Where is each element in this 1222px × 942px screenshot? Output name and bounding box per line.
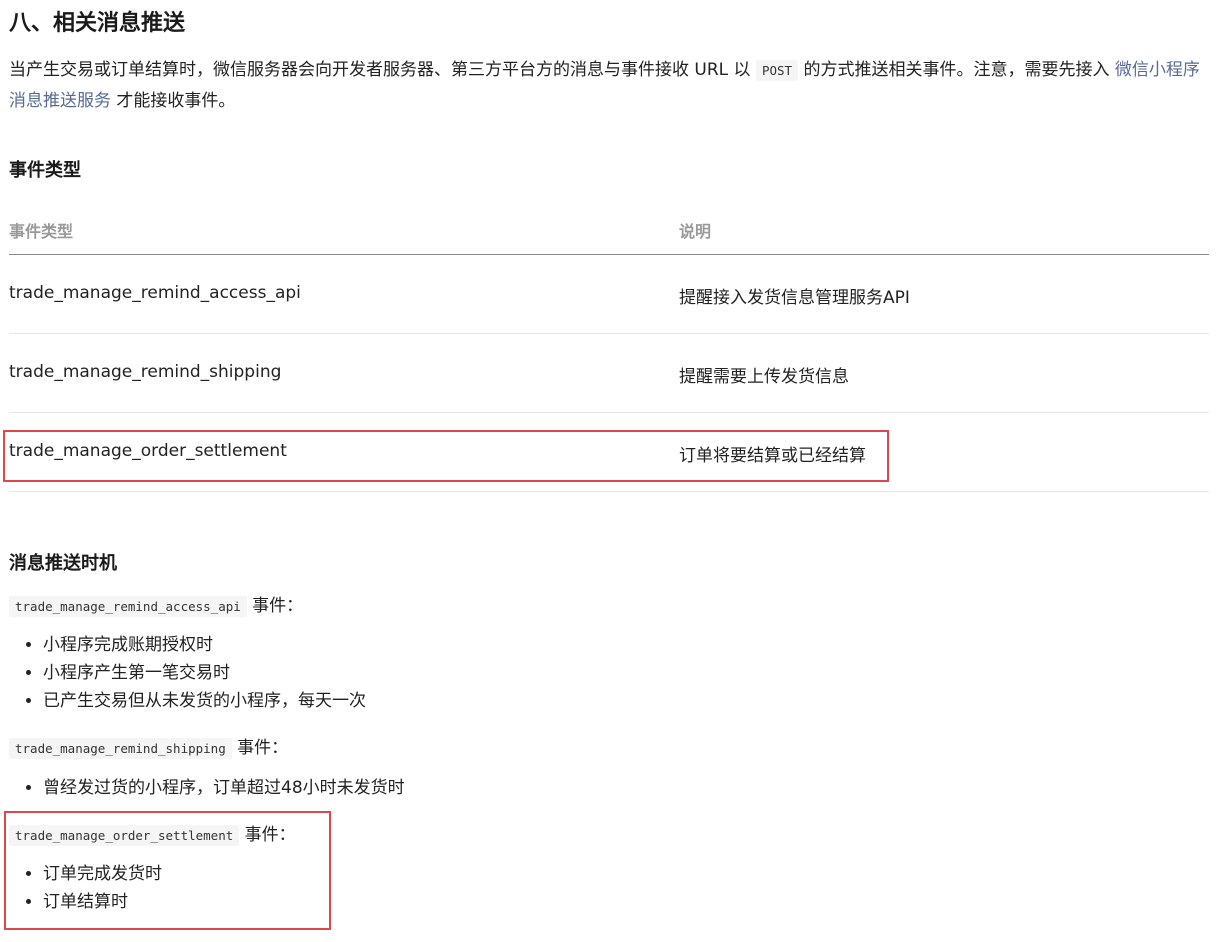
table-row: trade_manage_remind_shipping 提醒需要上传发货信息 [9,334,1209,413]
intro-text-1: 当产生交易或订单结算时，微信服务器会向开发者服务器、第三方平台方的消息与事件接收… [9,60,756,80]
event-suffix: 事件： [231,738,289,758]
list-item: 已产生交易但从未发货的小程序，每天一次 [43,687,366,715]
list-item: 曾经发过货的小程序，订单超过48小时未发货时 [43,774,405,802]
list-item: 小程序产生第一笔交易时 [43,659,366,687]
column-header-type: 事件类型 [9,222,74,241]
event-suffix: 事件： [246,596,304,616]
event-type-cell: trade_manage_remind_shipping [9,362,282,382]
event-label-access-api: trade_manage_remind_access_api 事件： [9,591,304,617]
bullet-list-access-api: 小程序完成账期授权时 小程序产生第一笔交易时 已产生交易但从未发货的小程序，每天… [9,631,366,715]
section-title: 八、相关消息推送 [9,11,186,36]
intro-text-2: 的方式推送相关事件。注意，需要先接入 [798,60,1115,80]
column-header-desc: 说明 [679,222,712,241]
push-timing-heading: 消息推送时机 [9,553,117,574]
highlight-box-settlement-row [3,430,889,482]
event-types-heading: 事件类型 [9,160,81,181]
event-desc-cell: 提醒接入发货信息管理服务API [679,288,910,308]
event-label-shipping: trade_manage_remind_shipping 事件： [9,733,289,759]
table-row: trade_manage_remind_access_api 提醒接入发货信息管… [9,255,1209,334]
event-code: trade_manage_remind_access_api [9,596,247,617]
event-code: trade_manage_remind_shipping [9,738,232,759]
intro-code-post: POST [755,60,799,81]
highlight-box-settlement-timing [4,811,331,930]
table-header: 事件类型 说明 [9,200,1209,255]
list-item: 小程序完成账期授权时 [43,631,366,659]
intro-paragraph: 当产生交易或订单结算时，微信服务器会向开发者服务器、第三方平台方的消息与事件接收… [9,55,1204,116]
event-desc-cell: 提醒需要上传发货信息 [679,367,849,387]
event-type-cell: trade_manage_remind_access_api [9,283,301,303]
bullet-list-shipping: 曾经发过货的小程序，订单超过48小时未发货时 [9,774,405,802]
intro-text-3: 才能接收事件。 [111,91,236,111]
